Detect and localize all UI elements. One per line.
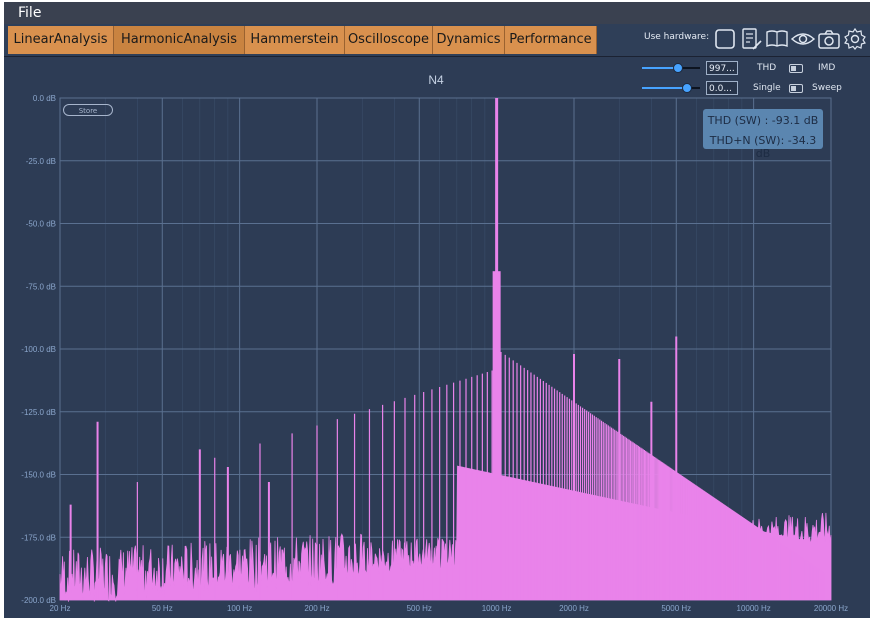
x-tick-label: 200 Hz (304, 604, 329, 613)
y-tick-label: -150.0 dB (21, 471, 56, 480)
x-tick-label: 20 Hz (50, 604, 71, 613)
use-hardware-label: Use hardware: (644, 32, 710, 42)
x-tick-label: 1000 Hz (482, 604, 512, 613)
x-tick-label: 50 Hz (152, 604, 173, 613)
tab-hammerstein[interactable]: Hammerstein (245, 26, 345, 54)
notepad-icon[interactable] (739, 27, 763, 51)
toolbar: LinearAnalysis HarmonicAnalysis Hammerst… (4, 24, 870, 57)
plot-area: 20 Hz 50 Hz 100 Hz 200 Hz 500 Hz 1000 Hz 2000 … (4, 57, 870, 618)
fundamental-peak (492, 271, 501, 600)
sweep-label: Sweep (812, 83, 842, 93)
x-tick-label: 10000 Hz (737, 604, 771, 613)
eye-icon[interactable] (791, 27, 815, 51)
thd-label: THD (757, 63, 777, 73)
chart-title: N4 (428, 73, 444, 87)
level-input[interactable]: 0.0... (706, 81, 738, 95)
y-tick-label: -25.0 dB (26, 157, 56, 166)
thd-readout: THD (SW) : -93.1 dB (707, 114, 819, 127)
y-tick-label: -100.0 dB (21, 345, 56, 354)
level-slider-fill (642, 87, 688, 89)
square-icon[interactable] (713, 27, 737, 51)
file-menu[interactable]: File (18, 4, 41, 22)
frequency-input[interactable]: 997... (706, 61, 738, 75)
thdn-readout: THD+N (SW): -34.3 dB (709, 134, 817, 160)
frequency-slider-knob[interactable] (672, 63, 683, 73)
x-tick-label: 2000 Hz (559, 604, 589, 613)
imd-label: IMD (818, 63, 836, 73)
thd-imd-toggle[interactable] (789, 64, 803, 73)
menu-bar: File (4, 2, 870, 25)
y-tick-label: -200.0 dB (21, 596, 56, 605)
store-button[interactable]: Store (63, 104, 113, 116)
tab-dynamics[interactable]: Dynamics (433, 26, 505, 54)
single-sweep-toggle[interactable] (789, 84, 803, 93)
y-tick-label: -75.0 dB (26, 282, 56, 291)
gear-icon[interactable] (843, 27, 867, 51)
tab-oscilloscope[interactable]: Oscilloscope (345, 26, 433, 54)
y-tick-label: 0.0 dB (33, 94, 56, 103)
tab-performance[interactable]: Performance (505, 26, 597, 54)
single-label: Single (753, 83, 781, 93)
frequency-slider[interactable] (642, 63, 700, 73)
app-window: File LinearAnalysis HarmonicAnalysis Ham… (4, 2, 870, 618)
y-tick-label: -50.0 dB (26, 220, 56, 229)
x-tick-label: 500 Hz (407, 604, 432, 613)
x-tick-label: 20000 Hz (814, 604, 848, 613)
level-slider[interactable] (642, 83, 700, 93)
x-tick-label: 100 Hz (227, 604, 252, 613)
tab-harmonic-analysis[interactable]: HarmonicAnalysis (114, 26, 245, 54)
y-tick-label: -175.0 dB (21, 533, 56, 542)
y-tick-label: -125.0 dB (21, 408, 56, 417)
spectrum-trace (59, 98, 832, 602)
tab-linear-analysis[interactable]: LinearAnalysis (8, 26, 114, 54)
thd-readout-box: THD (SW) : -93.1 dB THD+N (SW): -34.3 dB (703, 109, 823, 160)
book-icon[interactable] (765, 27, 789, 51)
x-tick-label: 5000 Hz (661, 604, 691, 613)
camera-icon[interactable] (817, 27, 841, 51)
